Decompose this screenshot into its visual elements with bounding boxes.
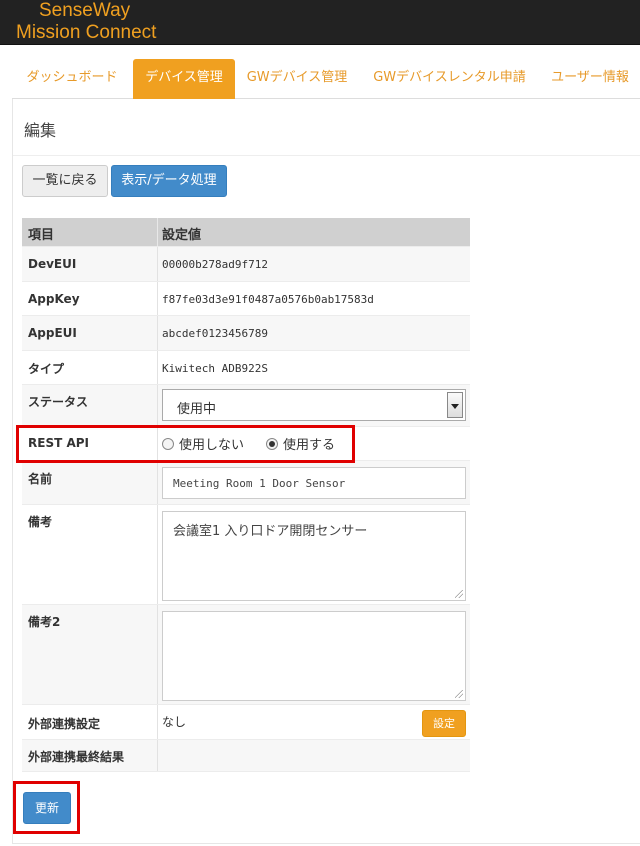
external-settings-value: なし bbox=[162, 715, 187, 729]
external-settings-button[interactable]: 設定 bbox=[422, 710, 466, 737]
external-result-label: 外部連携最終結果 bbox=[28, 750, 125, 764]
row-note: 備考 会議室1 入り口ドア開閉センサー bbox=[22, 505, 470, 605]
back-to-list-button[interactable]: 一覧に戻る bbox=[22, 165, 108, 197]
row-appeui: AppEUI abcdef0123456789 bbox=[22, 316, 470, 351]
deveui-value: 00000b278ad9f712 bbox=[162, 258, 268, 271]
name-input-value: Meeting Room 1 Door Sensor bbox=[173, 477, 346, 490]
top-bar: SenseWay Mission Connect bbox=[0, 0, 640, 45]
resize-grip-icon[interactable] bbox=[455, 590, 463, 598]
type-value: Kiwitech ADB922S bbox=[162, 362, 268, 375]
resize-grip-icon[interactable] bbox=[455, 690, 463, 698]
name-input[interactable]: Meeting Room 1 Door Sensor bbox=[162, 467, 466, 499]
panel-header: 編集 bbox=[13, 99, 640, 156]
update-button-highlight bbox=[13, 781, 80, 834]
main-nav: ダッシュボード デバイス管理 GWデバイス管理 GWデバイスレンタル申請 ユーザ… bbox=[0, 45, 640, 99]
row-external-settings: 外部連携設定 なし 設定 bbox=[22, 705, 470, 740]
row-type: タイプ Kiwitech ADB922S bbox=[22, 351, 470, 385]
tab-gw-device-rental[interactable]: GWデバイスレンタル申請 bbox=[362, 59, 537, 99]
brand-line1: SenseWay bbox=[39, 0, 131, 21]
page-title: 編集 bbox=[24, 121, 57, 140]
status-select[interactable]: 使用中 bbox=[162, 389, 466, 421]
row-status: ステータス 使用中 bbox=[22, 385, 470, 427]
brand-line2: Mission Connect bbox=[16, 22, 157, 43]
status-selected-value: 使用中 bbox=[177, 402, 217, 417]
tab-device-management[interactable]: デバイス管理 bbox=[133, 59, 235, 99]
deveui-label: DevEUI bbox=[28, 257, 77, 271]
rest-api-highlight bbox=[16, 425, 355, 463]
row-external-result: 外部連携最終結果 bbox=[22, 740, 470, 772]
header-value: 設定値 bbox=[162, 228, 202, 243]
row-note2: 備考2 bbox=[22, 605, 470, 705]
chevron-down-icon[interactable] bbox=[447, 392, 463, 418]
note-textarea-value: 会議室1 入り口ドア開閉センサー bbox=[173, 524, 368, 539]
table-header-row: 項目 設定値 bbox=[22, 218, 470, 247]
row-appkey: AppKey f87fe03d3e91f0487a0576b0ab17583d bbox=[22, 282, 470, 316]
brand-logo[interactable]: SenseWay Mission Connect bbox=[16, 0, 156, 44]
status-label: ステータス bbox=[28, 395, 89, 409]
appkey-value: f87fe03d3e91f0487a0576b0ab17583d bbox=[162, 293, 374, 306]
external-settings-label: 外部連携設定 bbox=[28, 717, 101, 731]
note2-textarea[interactable] bbox=[162, 611, 466, 701]
nav-tabs: ダッシュボード デバイス管理 GWデバイス管理 GWデバイスレンタル申請 ユーザ… bbox=[12, 59, 640, 99]
note-textarea[interactable]: 会議室1 入り口ドア開閉センサー bbox=[162, 511, 466, 601]
type-label: タイプ bbox=[28, 362, 65, 376]
tab-dashboard[interactable]: ダッシュボード bbox=[12, 59, 132, 99]
note-label: 備考 bbox=[28, 515, 53, 529]
note2-label: 備考2 bbox=[28, 615, 61, 629]
tab-gw-device-management[interactable]: GWデバイス管理 bbox=[238, 59, 356, 99]
header-item: 項目 bbox=[28, 228, 55, 243]
row-deveui: DevEUI 00000b278ad9f712 bbox=[22, 247, 470, 282]
tab-user-info[interactable]: ユーザー情報 bbox=[542, 59, 638, 99]
appkey-label: AppKey bbox=[28, 292, 80, 306]
name-label: 名前 bbox=[28, 472, 53, 486]
display-data-button[interactable]: 表示/データ処理 bbox=[111, 165, 227, 197]
appeui-value: abcdef0123456789 bbox=[162, 327, 268, 340]
appeui-label: AppEUI bbox=[28, 326, 77, 340]
row-name: 名前 Meeting Room 1 Door Sensor bbox=[22, 461, 470, 505]
